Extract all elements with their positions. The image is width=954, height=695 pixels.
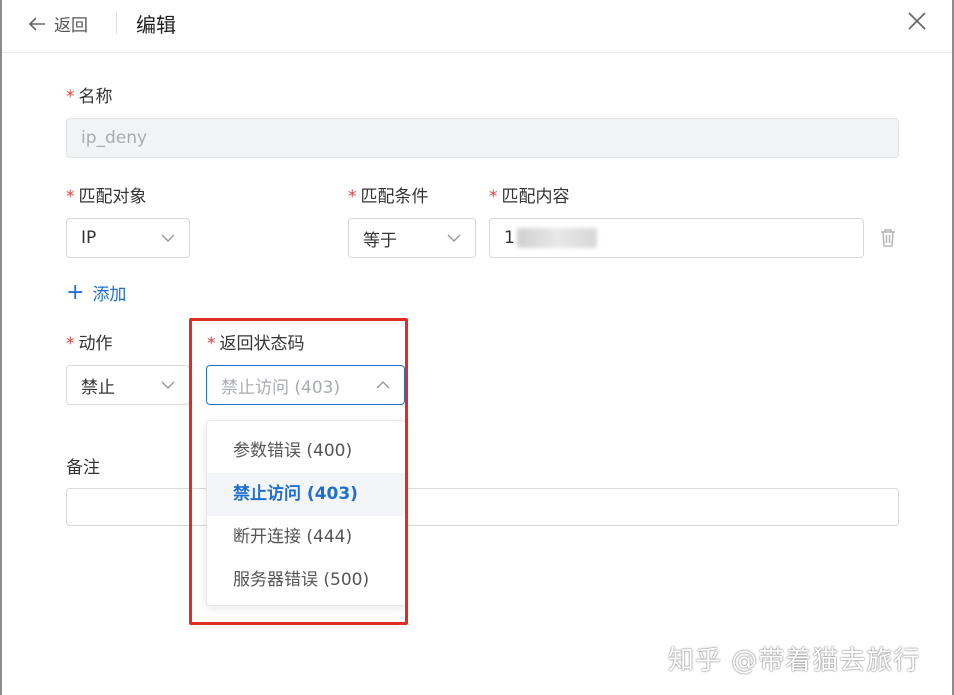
- status-option[interactable]: 断开连接 (444): [207, 516, 405, 559]
- name-label: * 名称: [66, 87, 113, 107]
- chevron-down-icon: [161, 234, 175, 242]
- action-select[interactable]: 禁止: [66, 365, 190, 405]
- chevron-down-icon: [161, 381, 175, 389]
- status-code-label: * 返回状态码: [207, 334, 305, 354]
- back-button[interactable]: 返回: [28, 11, 88, 36]
- chevron-up-icon: [376, 381, 390, 389]
- watermark: 知乎 @带着猫去旅行: [668, 646, 921, 676]
- blurred-ip: [516, 228, 597, 248]
- remark-input[interactable]: [66, 488, 899, 526]
- window-left-edge: [0, 0, 2, 695]
- match-content-input[interactable]: 1: [489, 218, 864, 258]
- close-button[interactable]: [906, 10, 928, 36]
- header-divider: [116, 12, 117, 34]
- match-content-label: * 匹配内容: [489, 187, 570, 207]
- add-condition-button[interactable]: + 添加: [66, 280, 126, 305]
- close-icon: [908, 12, 926, 30]
- match-target-select[interactable]: IP: [66, 218, 190, 258]
- drawer-header: 返回 编辑: [2, 0, 952, 53]
- back-label: 返回: [54, 16, 88, 36]
- remark-label: 备注: [66, 458, 100, 478]
- status-option[interactable]: 参数错误 (400): [207, 430, 405, 473]
- chevron-down-icon: [447, 234, 461, 242]
- match-target-label: * 匹配对象: [66, 187, 147, 207]
- match-condition-label: * 匹配条件: [348, 187, 429, 207]
- trash-icon: [881, 229, 895, 247]
- delete-condition-button[interactable]: [879, 228, 897, 252]
- match-condition-select[interactable]: 等于: [348, 218, 476, 258]
- page-title: 编辑: [136, 13, 176, 37]
- status-option[interactable]: 服务器错误 (500): [207, 559, 405, 602]
- action-label: * 动作: [66, 334, 113, 354]
- name-input[interactable]: ip_deny: [66, 118, 899, 158]
- status-option-selected[interactable]: 禁止访问 (403): [207, 473, 405, 516]
- plus-icon: +: [66, 279, 85, 305]
- status-code-dropdown: 参数错误 (400) 禁止访问 (403) 断开连接 (444) 服务器错误 (…: [206, 420, 406, 606]
- status-code-select[interactable]: 禁止访问 (403): [206, 365, 405, 405]
- arrow-left-icon: [28, 16, 45, 31]
